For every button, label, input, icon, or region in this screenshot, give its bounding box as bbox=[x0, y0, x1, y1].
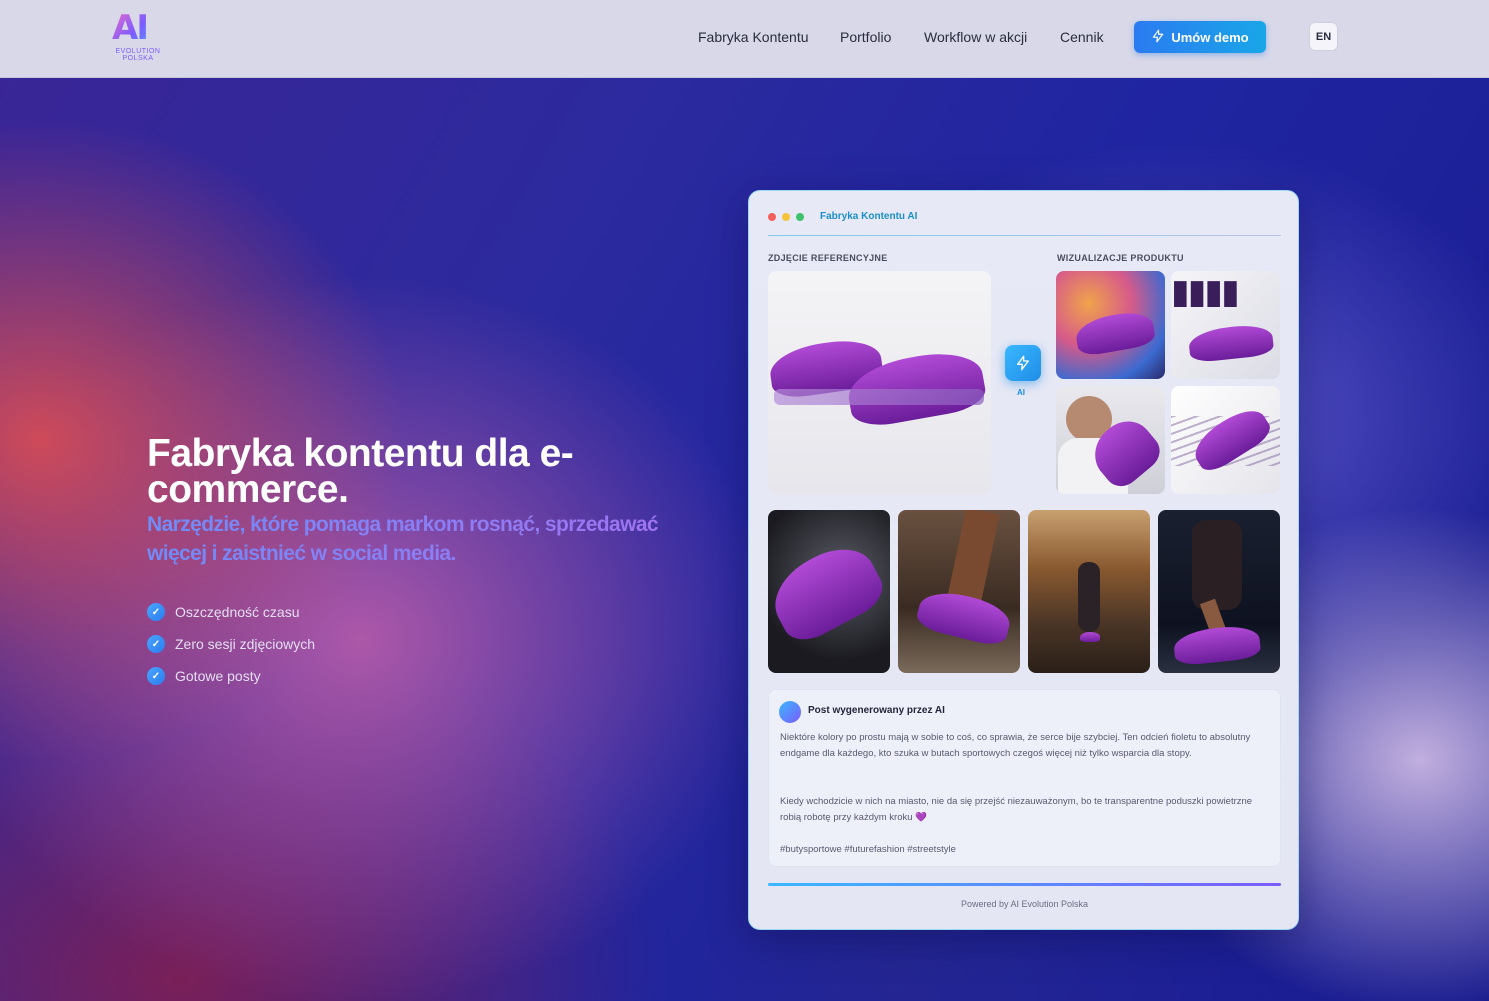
lifestyle-image[interactable] bbox=[768, 510, 890, 673]
site-header: AI EVOLUTION POLSKA Fabryka Kontentu Por… bbox=[0, 0, 1489, 78]
post-hashtags: #butysportowe #futurefashion #streetstyl… bbox=[780, 844, 956, 855]
nav-link-fabryka-kontentu[interactable]: Fabryka Kontentu bbox=[698, 29, 809, 45]
shoe-shape bbox=[1073, 308, 1157, 358]
shoe-shape bbox=[1187, 322, 1275, 364]
ai-label: AI bbox=[1017, 388, 1025, 397]
shoe-shape bbox=[914, 585, 1014, 649]
book-demo-button[interactable]: Umów demo bbox=[1134, 21, 1266, 53]
check-icon: ✓ bbox=[147, 635, 165, 653]
check-icon: ✓ bbox=[147, 603, 165, 621]
nav-link-workflow[interactable]: Workflow w akcji bbox=[924, 29, 1027, 45]
lightning-icon bbox=[1151, 29, 1165, 46]
check-icon: ✓ bbox=[147, 667, 165, 685]
visualization-image[interactable] bbox=[1056, 271, 1165, 379]
hero-title: Fabryka kontentu dla e-commerce. bbox=[147, 432, 574, 511]
benefit-label: Oszczędność czasu bbox=[175, 604, 300, 620]
runner-figure bbox=[1078, 562, 1100, 632]
gradient-divider bbox=[768, 883, 1281, 886]
benefit-item: ✓ Gotowe posty bbox=[147, 660, 315, 692]
logo[interactable]: AI EVOLUTION POLSKA bbox=[112, 8, 164, 64]
post-heading: Post wygenerowany przez AI bbox=[808, 705, 945, 716]
visualization-image[interactable]: ▮▮▮▮ bbox=[1171, 271, 1280, 379]
generated-post: Post wygenerowany przez AI Niektóre kolo… bbox=[768, 689, 1281, 867]
benefit-item: ✓ Zero sesji zdjęciowych bbox=[147, 628, 315, 660]
benefit-item: ✓ Oszczędność czasu bbox=[147, 596, 315, 628]
logo-mark: AI bbox=[112, 8, 164, 48]
visualization-image[interactable] bbox=[1171, 386, 1280, 494]
runner-figure bbox=[1192, 520, 1242, 610]
benefit-label: Zero sesji zdjęciowych bbox=[175, 636, 316, 652]
shoe-shape bbox=[768, 534, 890, 650]
reference-label: ZDJĘCIE REFERENCYJNE bbox=[768, 253, 888, 263]
reference-image[interactable] bbox=[768, 271, 991, 495]
shoe-shape bbox=[1172, 623, 1262, 667]
avatar bbox=[779, 701, 801, 723]
powered-by: Powered by AI Evolution Polska bbox=[960, 899, 1089, 909]
close-dot-icon bbox=[768, 213, 776, 221]
visuals-label: WIZUALIZACJE PRODUKTU bbox=[1057, 253, 1184, 263]
post-paragraph: Niektóre kolory po prostu mają w sobie t… bbox=[780, 732, 1251, 759]
maximize-dot-icon bbox=[796, 213, 804, 221]
visualization-image[interactable] bbox=[1056, 386, 1165, 494]
window-controls bbox=[768, 213, 804, 221]
ai-generate-button[interactable] bbox=[1005, 345, 1041, 381]
lifestyle-image[interactable] bbox=[1028, 510, 1150, 673]
lifestyle-image[interactable] bbox=[1158, 510, 1280, 673]
benefit-label: Gotowe posty bbox=[175, 668, 261, 684]
book-demo-label: Umów demo bbox=[1171, 29, 1249, 45]
language-switch[interactable]: EN bbox=[1309, 22, 1338, 51]
poster-graphic: ▮▮▮▮ bbox=[1171, 272, 1240, 312]
benefits-list: ✓ Oszczędność czasu ✓ Zero sesji zdjęciowy… bbox=[147, 596, 315, 692]
shoe-sole bbox=[774, 389, 984, 405]
shoe-shape bbox=[1080, 632, 1100, 642]
lifestyle-image[interactable] bbox=[898, 510, 1020, 673]
minimize-dot-icon bbox=[782, 213, 790, 221]
hero-subtitle: Narzędzie, które pomaga markom rosnąć, s… bbox=[147, 510, 707, 568]
logo-subtitle: EVOLUTION POLSKA bbox=[115, 48, 161, 62]
card-title: Fabryka Kontentu AI bbox=[820, 211, 918, 222]
lightning-icon bbox=[1017, 355, 1029, 371]
nav-link-portfolio[interactable]: Portfolio bbox=[840, 29, 891, 45]
content-factory-card: Fabryka Kontentu AI ZDJĘCIE REFERENCYJNE… bbox=[748, 190, 1299, 930]
card-divider bbox=[768, 235, 1281, 236]
nav-link-cennik[interactable]: Cennik bbox=[1060, 29, 1104, 45]
post-paragraph: Kiedy wchodzicie w nich na miasto, nie d… bbox=[780, 796, 1253, 823]
